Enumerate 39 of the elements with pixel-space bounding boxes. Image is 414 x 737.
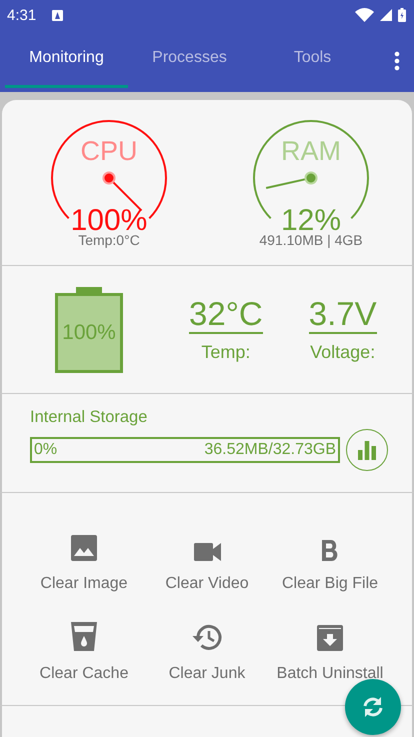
tab[interactable]: Monitoring [5, 30, 128, 88]
tool-button[interactable]: Clear Cache [22, 607, 146, 683]
gauge-title: CPU [80, 136, 138, 166]
gauge-value: 12% [280, 204, 342, 234]
clock: 4:31 [7, 6, 36, 24]
notification-icon [52, 10, 64, 20]
video-camera-icon [194, 543, 220, 561]
battery-voltage: 3.7V [308, 296, 377, 334]
storage-usage: 36.52MB/32.73GB [204, 441, 336, 459]
battery-temperature: 32°C [189, 296, 263, 334]
voltage-label: Voltage: [310, 342, 376, 363]
image-icon [71, 535, 97, 561]
gauge-value: 100% [70, 204, 148, 234]
bold-b-icon [322, 540, 338, 561]
storage-title: Internal Storage [30, 408, 148, 427]
more-options-icon[interactable] [394, 51, 400, 71]
bar-chart-icon [357, 440, 377, 460]
tool-button[interactable]: Clear Video [146, 517, 268, 593]
tab[interactable]: Tools [251, 30, 374, 88]
cup-icon [71, 622, 97, 651]
gauge-title: RAM [281, 136, 341, 166]
gauge-caption: 491.10MB | 4GB [259, 232, 363, 248]
battery-icon [398, 8, 406, 22]
history-icon [192, 624, 222, 651]
battery-percent: 100% [62, 320, 116, 344]
chart-button[interactable] [346, 429, 388, 471]
refresh-icon [362, 696, 384, 718]
gauge-needle [266, 172, 318, 190]
tool-button[interactable]: Clear Image [22, 517, 146, 593]
tool-button[interactable]: Batch Uninstall [268, 607, 392, 683]
wifi-icon [355, 8, 374, 22]
signal-icon [380, 9, 392, 21]
storage-percent: 0% [34, 441, 58, 459]
temperature-label: Temp: [201, 342, 250, 363]
tool-button[interactable]: Clear Junk [146, 607, 268, 683]
archive-download-icon [317, 625, 343, 651]
tab[interactable]: Processes [128, 30, 251, 88]
tool-button[interactable]: Clear Big File [268, 517, 392, 593]
gauge-caption: Temp:0°C [78, 232, 140, 248]
